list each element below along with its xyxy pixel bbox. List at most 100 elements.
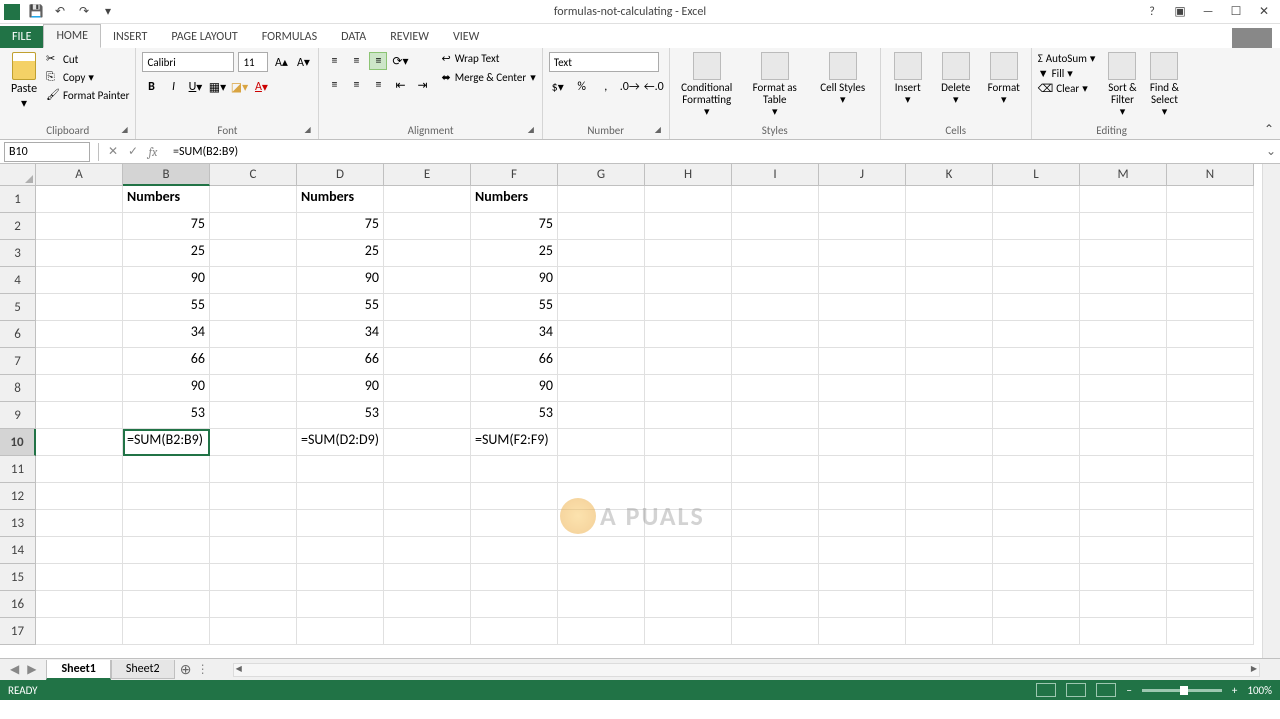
cell-D12[interactable]	[297, 483, 384, 510]
cell-M17[interactable]	[1080, 618, 1167, 645]
cell-D14[interactable]	[297, 537, 384, 564]
cell-D5[interactable]: 55	[297, 294, 384, 321]
cell-F8[interactable]: 90	[471, 375, 558, 402]
tab-home[interactable]: HOME	[43, 24, 101, 48]
cell-L4[interactable]	[993, 267, 1080, 294]
cell-C5[interactable]	[210, 294, 297, 321]
cell-I15[interactable]	[732, 564, 819, 591]
row-header-5[interactable]: 5	[0, 294, 36, 321]
cell-K9[interactable]	[906, 402, 993, 429]
cell-G17[interactable]	[558, 618, 645, 645]
cell-H9[interactable]	[645, 402, 732, 429]
cell-G3[interactable]	[558, 240, 645, 267]
cell-I3[interactable]	[732, 240, 819, 267]
cell-C7[interactable]	[210, 348, 297, 375]
cell-H3[interactable]	[645, 240, 732, 267]
cell-A7[interactable]	[36, 348, 123, 375]
cell-J6[interactable]	[819, 321, 906, 348]
cell-H12[interactable]	[645, 483, 732, 510]
cell-B7[interactable]: 66	[123, 348, 210, 375]
cell-M6[interactable]	[1080, 321, 1167, 348]
cell-J3[interactable]	[819, 240, 906, 267]
cell-G11[interactable]	[558, 456, 645, 483]
cell-E6[interactable]	[384, 321, 471, 348]
cell-J9[interactable]	[819, 402, 906, 429]
zoom-level[interactable]: 100%	[1247, 684, 1272, 697]
cell-K12[interactable]	[906, 483, 993, 510]
fill-color-button[interactable]: ◪▾	[230, 78, 248, 96]
cell-C14[interactable]	[210, 537, 297, 564]
cell-N10[interactable]	[1167, 429, 1254, 456]
cell-I12[interactable]	[732, 483, 819, 510]
cell-E1[interactable]	[384, 186, 471, 213]
align-middle-icon[interactable]: ≡	[347, 52, 365, 70]
row-header-12[interactable]: 12	[0, 483, 36, 510]
cell-L10[interactable]	[993, 429, 1080, 456]
cell-C4[interactable]	[210, 267, 297, 294]
cell-K11[interactable]	[906, 456, 993, 483]
name-box[interactable]	[4, 142, 90, 162]
row-header-8[interactable]: 8	[0, 375, 36, 402]
cell-C12[interactable]	[210, 483, 297, 510]
cell-K15[interactable]	[906, 564, 993, 591]
row-header-7[interactable]: 7	[0, 348, 36, 375]
cell-B15[interactable]	[123, 564, 210, 591]
cell-C15[interactable]	[210, 564, 297, 591]
cell-F6[interactable]: 34	[471, 321, 558, 348]
cell-L13[interactable]	[993, 510, 1080, 537]
cell-styles-button[interactable]: Cell Styles▾	[812, 52, 874, 118]
cell-H6[interactable]	[645, 321, 732, 348]
decrease-font-icon[interactable]: A▾	[294, 53, 312, 71]
cell-F5[interactable]: 55	[471, 294, 558, 321]
cell-J14[interactable]	[819, 537, 906, 564]
cell-L12[interactable]	[993, 483, 1080, 510]
cell-N7[interactable]	[1167, 348, 1254, 375]
cell-J12[interactable]	[819, 483, 906, 510]
cell-N12[interactable]	[1167, 483, 1254, 510]
fill-button[interactable]: ▼Fill ▾	[1038, 67, 1096, 80]
cell-E2[interactable]	[384, 213, 471, 240]
cell-D6[interactable]: 34	[297, 321, 384, 348]
cell-A5[interactable]	[36, 294, 123, 321]
cell-H15[interactable]	[645, 564, 732, 591]
cell-F9[interactable]: 53	[471, 402, 558, 429]
cell-A10[interactable]	[36, 429, 123, 456]
align-bottom-icon[interactable]: ≡	[369, 52, 387, 70]
font-size-combo[interactable]	[238, 52, 268, 72]
cell-I11[interactable]	[732, 456, 819, 483]
row-header-15[interactable]: 15	[0, 564, 36, 591]
cell-L17[interactable]	[993, 618, 1080, 645]
cell-I1[interactable]	[732, 186, 819, 213]
cell-J15[interactable]	[819, 564, 906, 591]
cell-K3[interactable]	[906, 240, 993, 267]
cell-G5[interactable]	[558, 294, 645, 321]
worksheet-grid[interactable]: ABCDEFGHIJKLMN 1234567891011121314151617…	[0, 164, 1280, 658]
col-header-M[interactable]: M	[1080, 164, 1167, 186]
cell-L9[interactable]	[993, 402, 1080, 429]
cell-H1[interactable]	[645, 186, 732, 213]
increase-decimal-icon[interactable]: .0→	[621, 78, 639, 96]
cell-G8[interactable]	[558, 375, 645, 402]
row-headers[interactable]: 1234567891011121314151617	[0, 186, 36, 645]
cell-D4[interactable]: 90	[297, 267, 384, 294]
cell-K13[interactable]	[906, 510, 993, 537]
cell-F11[interactable]	[471, 456, 558, 483]
cell-N1[interactable]	[1167, 186, 1254, 213]
col-header-L[interactable]: L	[993, 164, 1080, 186]
cell-D3[interactable]: 25	[297, 240, 384, 267]
cell-F14[interactable]	[471, 537, 558, 564]
cell-A17[interactable]	[36, 618, 123, 645]
cell-M9[interactable]	[1080, 402, 1167, 429]
cell-D1[interactable]: Numbers	[297, 186, 384, 213]
cell-C13[interactable]	[210, 510, 297, 537]
minimize-icon[interactable]: —	[1200, 4, 1216, 20]
cell-A8[interactable]	[36, 375, 123, 402]
cell-B8[interactable]: 90	[123, 375, 210, 402]
cell-B14[interactable]	[123, 537, 210, 564]
cell-M16[interactable]	[1080, 591, 1167, 618]
cell-L7[interactable]	[993, 348, 1080, 375]
help-icon[interactable]: ?	[1144, 4, 1160, 20]
cell-H17[interactable]	[645, 618, 732, 645]
zoom-in-icon[interactable]: +	[1232, 684, 1237, 697]
cell-J2[interactable]	[819, 213, 906, 240]
